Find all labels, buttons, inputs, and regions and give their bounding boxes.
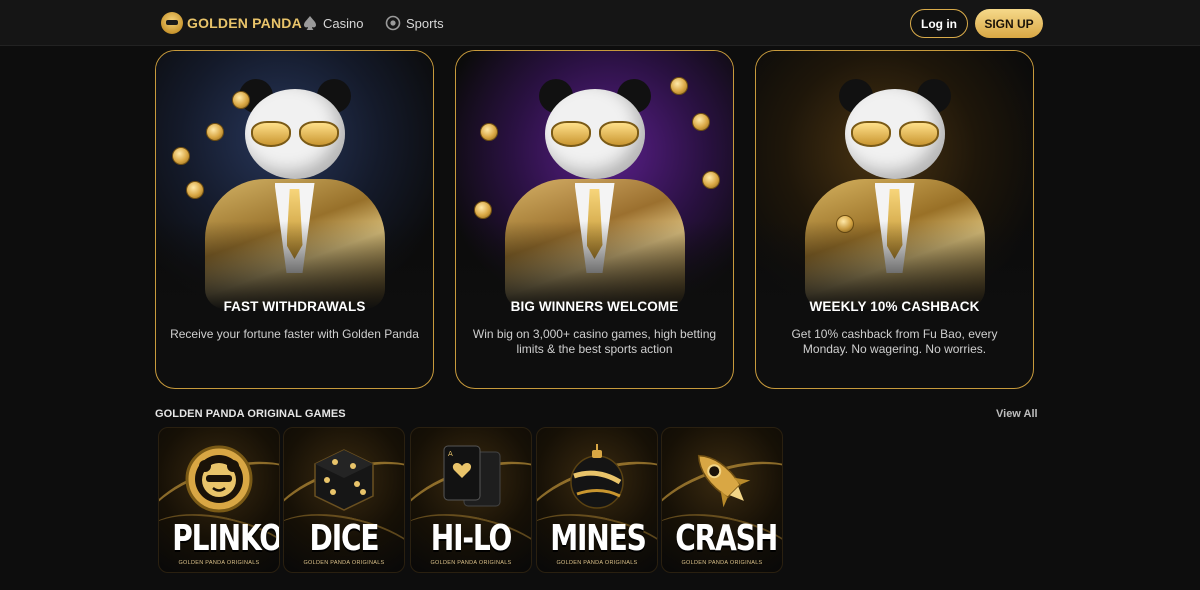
signup-button[interactable]: SIGN UP (975, 9, 1043, 38)
coin-icon (474, 201, 492, 219)
game-subtitle: GOLDEN PANDA ORIGINALS (556, 560, 638, 566)
game-tile-mines[interactable]: MINES GOLDEN PANDA ORIGINALS (536, 427, 658, 573)
game-tile-plinko[interactable]: PLINKO GOLDEN PANDA ORIGINALS (158, 427, 280, 573)
panda-chip-icon (185, 445, 253, 513)
mine-icon (570, 444, 624, 509)
game-tile-hi-lo[interactable]: A HI-LO GOLDEN PANDA ORIGINALS (410, 427, 532, 573)
game-tile-crash[interactable]: CRASH GOLDEN PANDA ORIGINALS (661, 427, 783, 573)
game-name: HI-LO (430, 518, 513, 559)
coin-icon (670, 77, 688, 95)
view-all-link[interactable]: View All (996, 408, 1038, 420)
game-subtitle: GOLDEN PANDA ORIGINALS (681, 560, 763, 566)
game-name: MINES (550, 518, 647, 559)
section-title-original-games: GOLDEN PANDA ORIGINAL GAMES (155, 408, 346, 420)
coin-icon (232, 91, 250, 109)
svg-text:A: A (448, 450, 453, 458)
coin-icon (692, 113, 710, 131)
coin-icon (206, 123, 224, 141)
coin-icon (172, 147, 190, 165)
rocket-icon (697, 454, 751, 508)
promo-card-fast-withdrawals[interactable]: FAST WITHDRAWALS Receive your fortune fa… (155, 50, 434, 389)
promo-description: Win big on 3,000+ casino games, high bet… (472, 327, 717, 356)
dice-icon (314, 449, 374, 511)
cards-icon: A (443, 445, 501, 507)
nav-casino-label: Casino (323, 15, 364, 31)
promo-title: WEEKLY 10% CASHBACK (809, 299, 980, 314)
promo-title: BIG WINNERS WELCOME (510, 299, 679, 314)
panda-illustration (535, 79, 655, 189)
nav-casino[interactable]: Casino (302, 13, 363, 33)
panda-logo-icon (161, 12, 183, 34)
coin-icon (480, 123, 498, 141)
game-subtitle: GOLDEN PANDA ORIGINALS (303, 560, 385, 566)
panda-illustration (235, 79, 355, 189)
top-header: GOLDEN PANDA Casino Sports Log in SIGN U… (0, 0, 1200, 46)
login-button[interactable]: Log in (910, 9, 968, 38)
coin-icon (702, 171, 720, 189)
game-tile-dice[interactable]: DICE GOLDEN PANDA ORIGINALS (283, 427, 405, 573)
promo-description: Get 10% cashback from Fu Bao, every Mond… (791, 327, 998, 356)
nav-sports[interactable]: Sports (385, 13, 444, 33)
spade-icon (304, 16, 316, 30)
game-subtitle: GOLDEN PANDA ORIGINALS (178, 560, 260, 566)
panda-illustration (835, 79, 955, 189)
coin-icon (186, 181, 204, 199)
game-subtitle: GOLDEN PANDA ORIGINALS (430, 560, 512, 566)
nav-sports-label: Sports (406, 15, 444, 31)
promo-card-weekly-cashback[interactable]: WEEKLY 10% CASHBACK Get 10% cashback fro… (755, 50, 1034, 389)
game-name: CRASH (675, 518, 778, 559)
game-name: DICE (309, 518, 380, 559)
promo-description: Receive your fortune faster with Golden … (170, 327, 419, 341)
game-name: PLINKO (172, 518, 280, 559)
promo-card-big-winners[interactable]: BIG WINNERS WELCOME Win big on 3,000+ ca… (455, 50, 734, 389)
brand-logo[interactable]: GOLDEN PANDA (161, 11, 302, 35)
promo-title: FAST WITHDRAWALS (223, 299, 366, 314)
ball-icon (385, 15, 401, 31)
brand-name: GOLDEN PANDA (187, 15, 302, 31)
